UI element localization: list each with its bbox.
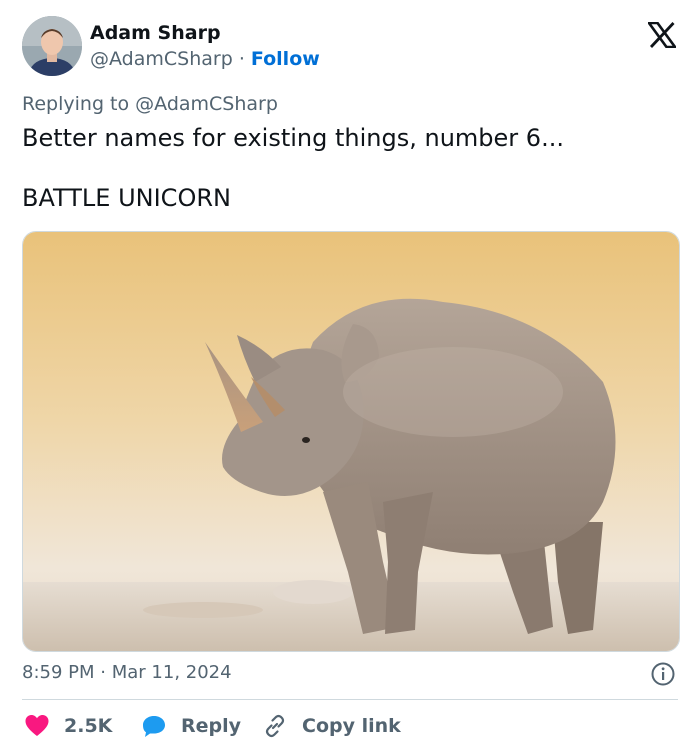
follow-button[interactable]: Follow xyxy=(251,48,320,70)
link-icon xyxy=(262,713,288,739)
tweet-card: Adam Sharp @AdamCSharp · Follow Replying… xyxy=(0,0,700,752)
avatar[interactable] xyxy=(22,16,82,76)
reply-label: Reply xyxy=(181,715,242,737)
like-button[interactable]: 2.5K xyxy=(24,712,112,740)
heart-icon xyxy=(24,713,50,739)
tweet-text-line-2: BATTLE UNICORN xyxy=(22,184,231,212)
reply-button[interactable]: Reply xyxy=(141,712,241,740)
reply-context[interactable]: Replying to @AdamCSharp xyxy=(22,93,278,115)
info-icon[interactable] xyxy=(650,661,676,687)
copy-link-label: Copy link xyxy=(302,715,401,737)
handle-separator: · xyxy=(238,48,245,70)
rhino-photo-icon xyxy=(23,232,679,651)
x-logo-icon[interactable] xyxy=(646,21,678,49)
speech-bubble-icon xyxy=(141,713,167,739)
tweet-time: 8:59 PM xyxy=(22,662,95,683)
author-handle[interactable]: @AdamCSharp xyxy=(90,48,233,70)
copy-link-button[interactable]: Copy link xyxy=(262,712,401,740)
like-count: 2.5K xyxy=(64,715,113,737)
timestamp-separator: · xyxy=(100,662,106,683)
author-name[interactable]: Adam Sharp xyxy=(90,22,221,44)
author-handle-line: @AdamCSharp · Follow xyxy=(90,48,320,70)
tweet-media-photo[interactable] xyxy=(22,231,680,652)
tweet-text-line-1: Better names for existing things, number… xyxy=(22,124,564,152)
tweet-date: Mar 11, 2024 xyxy=(111,662,232,683)
divider xyxy=(22,699,678,700)
tweet-timestamp[interactable]: 8:59 PM · Mar 11, 2024 xyxy=(22,662,232,683)
